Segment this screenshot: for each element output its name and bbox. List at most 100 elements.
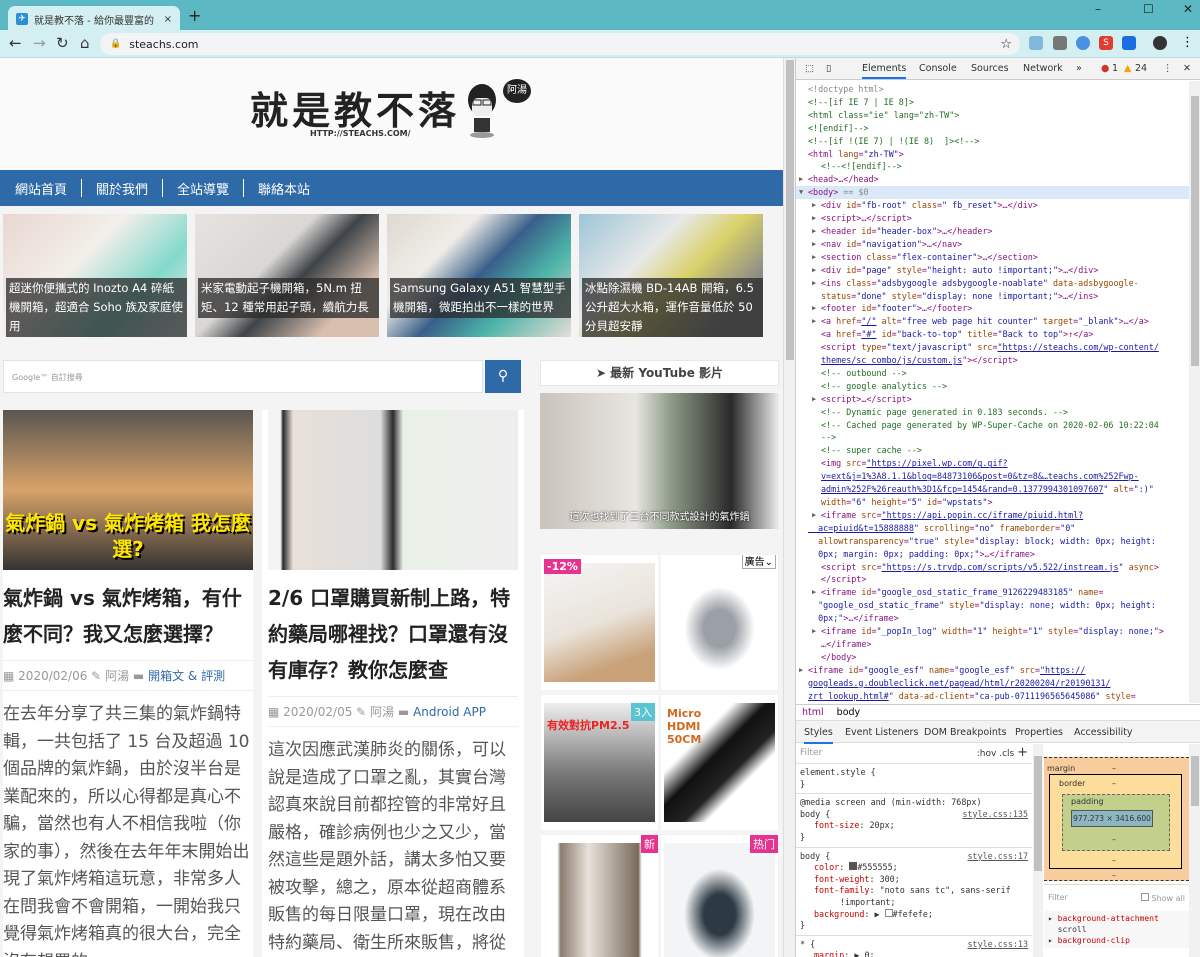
close-devtools-icon[interactable]: ✕ [1183, 63, 1191, 74]
article-category[interactable]: Android APP [413, 705, 486, 719]
dom-node-line[interactable]: <!--<![endif]--> [796, 160, 1189, 173]
search-input[interactable]: Google™ 自訂搜尋 [3, 360, 483, 393]
new-tab-button[interactable]: + [188, 6, 201, 25]
dom-node-line[interactable]: ▶ <footer id="footer">…</footer> [796, 302, 1189, 315]
dom-node-line[interactable]: googleads.g.doubleclick.net/pagead/html/… [796, 677, 1189, 690]
dom-node-line[interactable]: <!-- Dynamic page generated in 0.183 sec… [796, 406, 1189, 419]
ad-item[interactable]: 有效對抗PM2.5 3入 [541, 695, 658, 830]
dom-node-line[interactable]: ac=piuid&t=15888888" scrolling="no" fram… [796, 522, 1189, 535]
article-title[interactable]: 2/6 口罩購買新制上路，特約藥局哪裡找？口罩還有沒有庫存？教你怎麼查 [268, 570, 518, 688]
property-value[interactable]: 0; [864, 950, 874, 957]
dom-node-line[interactable]: ▶ <div id="fb-root" class=" fb_reset">…</… [796, 199, 1189, 212]
dom-node-line[interactable]: <!-- super cache --> [796, 444, 1189, 457]
computed-scrollbar[interactable] [1189, 744, 1200, 957]
property-name[interactable]: background [814, 909, 864, 919]
featured-post[interactable]: 冰點除濕機 BD-14AB 開箱，6.5 公升超大水箱，運作音量低於 50 分貝… [579, 214, 763, 337]
property-value[interactable]: 300; [880, 874, 900, 884]
dom-node-line[interactable]: ▶ <iframe src="https://api.popin.cc/ifram… [796, 509, 1189, 522]
extension-icon[interactable] [1076, 36, 1090, 50]
property-value[interactable]: 20px; [869, 820, 894, 830]
dom-node-line[interactable]: status="done" style="display: none !impo… [796, 290, 1189, 303]
warning-count[interactable]: 24 [1135, 63, 1147, 74]
hov-toggle[interactable]: :hov [977, 749, 997, 759]
property-name[interactable]: font-weight [814, 874, 869, 884]
dom-node-line[interactable]: ▶ <script>…</script> [796, 393, 1189, 406]
dom-node-line[interactable]: admin%252F%26reauth%3D1&fcp=1454&rand=0.… [796, 483, 1189, 496]
dom-node-line[interactable]: ▶ <head>…</head> [796, 173, 1189, 186]
dom-node-line[interactable]: ▶ <ins class="adsbygoogle adsbygoogle-noa… [796, 277, 1189, 290]
page-scrollbar[interactable] [783, 58, 795, 957]
back-icon[interactable]: ← [9, 34, 22, 52]
dom-node-line[interactable]: ▶ <div id="page" style="height: auto !imp… [796, 264, 1189, 277]
property-name[interactable]: margin [814, 950, 844, 957]
article-category[interactable]: 開箱文 & 評測 [148, 669, 225, 683]
tab-sources[interactable]: Sources [971, 63, 1009, 74]
new-rule-button[interactable]: + [1017, 745, 1028, 760]
nav-about[interactable]: 關於我們 [96, 179, 162, 198]
extension-icon[interactable]: S [1099, 36, 1113, 50]
close-tab-icon[interactable]: × [164, 14, 172, 25]
property-name[interactable]: color [814, 862, 839, 872]
tab-accessibility[interactable]: Accessibility [1074, 727, 1132, 738]
menu-icon[interactable]: ⋮ [1181, 35, 1194, 50]
more-tabs-button[interactable]: » [1076, 63, 1082, 74]
ad-item[interactable]: 廣告⌄ [661, 555, 778, 690]
dom-node-line[interactable]: </script> [796, 573, 1189, 586]
expand-arrow-icon[interactable]: ▶ [812, 277, 816, 290]
expand-arrow-icon[interactable]: ▶ [812, 509, 816, 522]
expand-arrow-icon[interactable]: ▶ [812, 212, 816, 225]
breadcrumb-body[interactable]: body [837, 707, 861, 718]
ad-item[interactable]: 新 [541, 835, 658, 957]
computed-property[interactable]: background-clip [1058, 936, 1130, 945]
dom-node-line[interactable]: width="6" height="5" id="wpstats"> [796, 496, 1189, 509]
tab-elements[interactable]: Elements [862, 63, 907, 79]
tab-dom-breakpoints[interactable]: DOM Breakpoints [924, 727, 1007, 738]
expand-arrow-icon[interactable]: ▶ [812, 586, 816, 599]
site-logo[interactable]: 就是教不落 [250, 80, 460, 135]
dom-node-line[interactable]: ▶ <nav id="navigation">…</nav> [796, 238, 1189, 251]
featured-post[interactable]: 米家電動起子機開箱，5N.m 扭矩、12 種常用起子頭，續航力長 [195, 214, 379, 337]
tab-properties[interactable]: Properties [1015, 727, 1063, 738]
ad-item[interactable]: Micro HDMI 50CM [661, 695, 778, 830]
nav-sitemap[interactable]: 全站導覽 [177, 179, 243, 198]
property-name[interactable]: font-family [814, 885, 869, 895]
property-value[interactable]: #fefefe; [893, 909, 933, 919]
expand-arrow-icon[interactable]: ▶ [812, 393, 816, 406]
property-value[interactable]: "noto sans tc", sans-serif [880, 885, 1011, 895]
tab-network[interactable]: Network [1023, 63, 1063, 74]
dom-node-line[interactable]: <html lang="zh-TW"> [796, 148, 1189, 161]
expand-arrow-icon[interactable]: ▶ [812, 302, 816, 315]
dom-node-line[interactable]: ▶ <header id="header-box">…</header> [796, 225, 1189, 238]
dom-node-line[interactable]: ▶ <a href="/" alt="free web page hit coun… [796, 315, 1189, 328]
expand-arrow-icon[interactable]: ▶ [812, 199, 816, 212]
profile-avatar[interactable] [1153, 36, 1167, 50]
dom-node-line[interactable]: <![endif]--> [796, 122, 1189, 135]
article-author[interactable]: 阿湯 [105, 669, 129, 683]
error-icon[interactable]: ● [1101, 63, 1109, 74]
expand-arrow-icon[interactable]: ▶ [799, 664, 803, 677]
property-name[interactable]: font-size [814, 820, 859, 830]
bookmark-star-icon[interactable]: ☆ [1000, 37, 1012, 52]
computed-property[interactable]: background-attachment [1058, 914, 1159, 923]
dom-node-line[interactable]: ▶ <iframe id="google_esf" name="google_es… [796, 664, 1189, 677]
dom-node-line[interactable]: </body> [796, 651, 1189, 664]
extension-icon[interactable] [1029, 36, 1043, 50]
dom-node-line[interactable]: <a href="#" id="back-to-top" title="Back… [796, 328, 1189, 341]
featured-post[interactable]: 超迷你便攜式的 Inozto A4 碎紙機開箱，超適合 Soho 族及家庭使用 [3, 214, 187, 337]
devtools-menu-icon[interactable]: ⋮ [1163, 63, 1173, 74]
error-count[interactable]: 1 [1112, 63, 1118, 74]
featured-post[interactable]: Samsung Galaxy A51 智慧型手機開箱，微距拍出不一樣的世界 [387, 214, 571, 337]
close-window-button[interactable]: ✕ [1183, 2, 1193, 16]
dom-node-line[interactable]: <!-- google analytics --> [796, 380, 1189, 393]
dom-node-line[interactable]: ▶ <iframe id="_popIn_log" width="1" heigh… [796, 625, 1189, 638]
expand-arrow-icon[interactable]: ▶ [812, 625, 816, 638]
expand-arrow-icon[interactable]: ▶ [812, 225, 816, 238]
forward-icon[interactable]: → [33, 34, 46, 52]
content-size[interactable]: 977.273 × 3416.600 [1071, 810, 1153, 827]
nav-home[interactable]: 網站首頁 [15, 179, 81, 198]
dom-node-line[interactable]: ▶ <section class="flex-container">…</sect… [796, 251, 1189, 264]
dom-node-line[interactable]: <!-- Cached page generated by WP-Super-C… [796, 419, 1189, 432]
browser-tab[interactable]: ✈ 就是教不落 - 給你最豐富的 3C 資 × [8, 6, 180, 32]
source-link[interactable]: style.css:135 [962, 809, 1028, 821]
dom-node-line[interactable]: <!doctype html> [796, 83, 1189, 96]
